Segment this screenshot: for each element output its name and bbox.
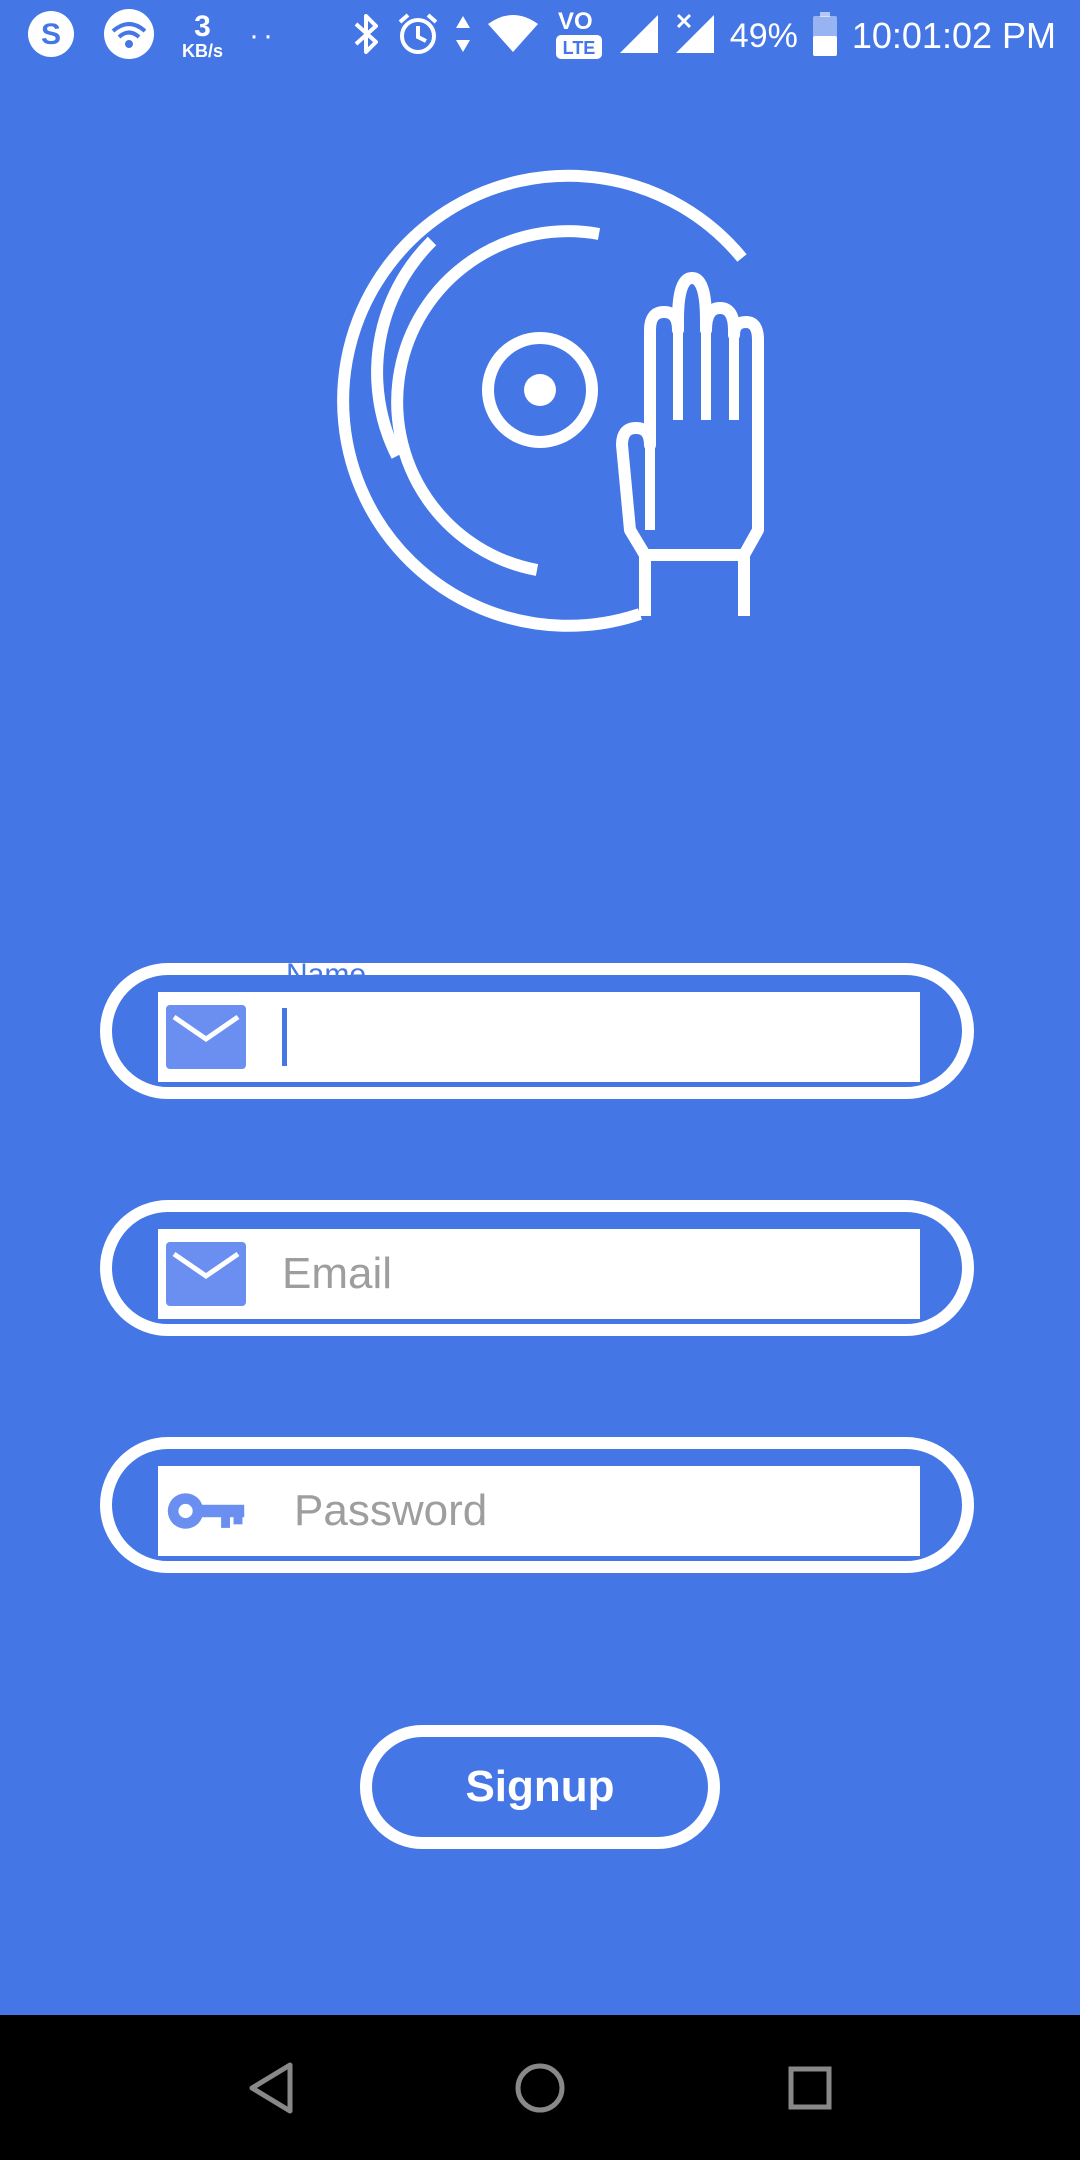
password-input[interactable] <box>294 1466 914 1556</box>
battery-icon <box>812 11 838 62</box>
lte-text: LTE <box>562 38 595 58</box>
mail-icon <box>166 1242 246 1306</box>
volte-icon: VO LTE <box>554 7 604 66</box>
name-floating-label: Name <box>286 958 367 991</box>
back-icon[interactable] <box>236 2053 306 2123</box>
more-notifications-dots: ·· <box>249 19 277 52</box>
mail-icon <box>166 1005 246 1069</box>
svg-text:S: S <box>41 18 61 51</box>
home-icon[interactable] <box>505 2053 575 2123</box>
signup-button[interactable]: Signup <box>360 1725 720 1849</box>
status-bar: S 3 KB/s ·· VO LTE 49% 10:01:02 PM <box>0 0 1080 72</box>
password-field-box[interactable] <box>158 1466 920 1556</box>
bluetooth-icon <box>352 12 382 61</box>
battery-percent: 49% <box>729 16 798 55</box>
signal-no-data-icon <box>674 13 716 60</box>
signal-icon <box>618 13 660 60</box>
wifi-icon <box>486 14 540 59</box>
volte-text: VO <box>558 8 593 35</box>
recents-icon[interactable] <box>775 2053 845 2123</box>
email-input[interactable] <box>282 1229 902 1319</box>
navigation-bar <box>0 2015 1080 2160</box>
clock: 10:01:02 PM <box>851 15 1056 56</box>
wifi-hotspot-icon <box>102 7 156 66</box>
data-arrows-icon <box>454 14 472 59</box>
skype-icon: S <box>26 9 76 64</box>
email-field-box[interactable] <box>158 1229 920 1319</box>
name-field-container <box>100 963 974 1099</box>
name-field-box[interactable] <box>158 992 920 1082</box>
network-speed: 3 KB/s <box>182 10 224 61</box>
network-speed-unit: KB/s <box>182 41 224 61</box>
network-speed-value: 3 <box>194 10 211 43</box>
name-input[interactable] <box>282 992 902 1082</box>
dj-record-logo <box>300 150 790 640</box>
email-field-container <box>100 1200 974 1336</box>
key-icon <box>166 1479 246 1543</box>
password-field-container <box>100 1437 974 1573</box>
alarm-icon <box>396 12 440 61</box>
